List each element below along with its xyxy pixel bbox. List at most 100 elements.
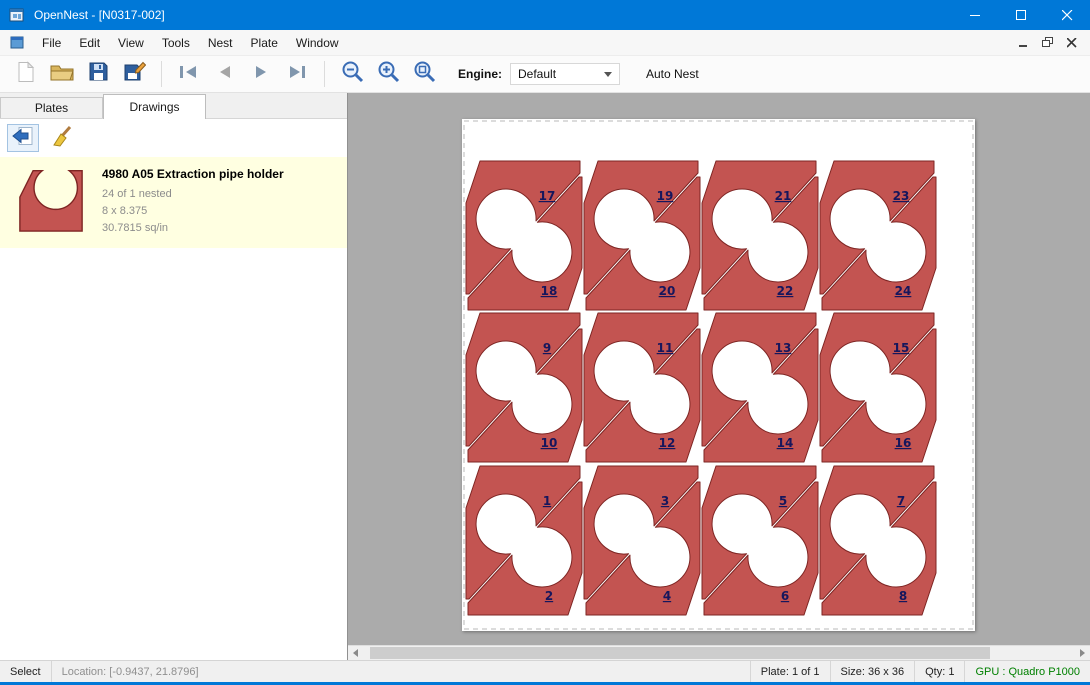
previous-plate-button[interactable] bbox=[207, 59, 243, 90]
mdi-close-button[interactable] bbox=[1060, 33, 1084, 53]
zoom-out-icon bbox=[341, 60, 364, 88]
save-button[interactable] bbox=[80, 59, 116, 90]
status-location: Location: [-0.9437, 21.8796] bbox=[52, 661, 209, 682]
mdi-minimize-button[interactable] bbox=[1012, 33, 1036, 53]
sidebar-tabstrip: Plates Drawings bbox=[0, 93, 347, 119]
menu-window[interactable]: Window bbox=[287, 32, 348, 54]
menu-plate[interactable]: Plate bbox=[242, 32, 287, 54]
app-window: OpenNest - [N0317-002] File Edit View To… bbox=[0, 0, 1090, 685]
zoom-in-icon bbox=[377, 60, 400, 88]
zoom-in-button[interactable] bbox=[370, 59, 406, 90]
part-number-label: 2 bbox=[545, 589, 553, 603]
zoom-fit-icon bbox=[413, 60, 436, 88]
part-number-label: 10 bbox=[541, 436, 558, 450]
part-number-label: 19 bbox=[657, 189, 674, 203]
go-previous-icon bbox=[214, 63, 236, 86]
engine-value: Default bbox=[518, 67, 556, 81]
app-icon bbox=[9, 7, 25, 23]
go-next-icon bbox=[250, 63, 272, 86]
go-last-icon bbox=[286, 63, 308, 86]
part-number-label: 5 bbox=[779, 494, 787, 508]
engine-label: Engine: bbox=[458, 67, 502, 81]
nest-pair: 56 bbox=[702, 466, 818, 615]
tab-drawings[interactable]: Drawings bbox=[103, 94, 206, 119]
new-document-icon bbox=[16, 61, 36, 88]
minimize-button[interactable] bbox=[952, 0, 998, 30]
maximize-button[interactable] bbox=[998, 0, 1044, 30]
first-plate-button[interactable] bbox=[171, 59, 207, 90]
nest-plate-svg[interactable]: 171819202122232491011121314151612345678 bbox=[462, 119, 975, 631]
title-bar: OpenNest - [N0317-002] bbox=[0, 0, 1090, 30]
nest-canvas[interactable]: 171819202122232491011121314151612345678 bbox=[348, 93, 1090, 660]
toolbar-separator bbox=[324, 61, 325, 87]
mdi-restore-button[interactable] bbox=[1036, 33, 1060, 53]
part-number-label: 20 bbox=[659, 284, 676, 298]
nest-pair: 12 bbox=[466, 466, 582, 615]
replace-part-icon bbox=[11, 125, 35, 152]
part-number-label: 24 bbox=[895, 284, 912, 298]
nest-pair: 2324 bbox=[820, 161, 936, 310]
close-button[interactable] bbox=[1044, 0, 1090, 30]
menu-tools[interactable]: Tools bbox=[153, 32, 199, 54]
drawings-toolbar bbox=[0, 119, 347, 157]
part-number-label: 9 bbox=[543, 341, 551, 355]
part-number-label: 6 bbox=[781, 589, 789, 603]
part-number-label: 1 bbox=[543, 494, 551, 508]
open-file-button[interactable] bbox=[44, 59, 80, 90]
nest-pair: 78 bbox=[820, 466, 936, 615]
clean-button[interactable] bbox=[46, 124, 78, 152]
nest-pair: 9 10 bbox=[466, 313, 582, 462]
drawing-list-item[interactable]: 4980 A05 Extraction pipe holder 24 of 1 … bbox=[0, 157, 347, 248]
drawing-info: 4980 A05 Extraction pipe holder 24 of 1 … bbox=[102, 165, 284, 238]
status-gpu: GPU : Quadro P1000 bbox=[964, 661, 1090, 682]
menu-nest[interactable]: Nest bbox=[199, 32, 242, 54]
drawing-nested-count: 24 of 1 nested bbox=[102, 186, 284, 203]
status-bar: Select Location: [-0.9437, 21.8796] Plat… bbox=[0, 660, 1090, 682]
mdi-window-controls bbox=[1012, 33, 1090, 53]
part-number-label: 13 bbox=[775, 341, 792, 355]
window-controls bbox=[952, 0, 1090, 30]
save-as-icon bbox=[123, 61, 146, 87]
scrollbar-thumb[interactable] bbox=[370, 647, 990, 659]
new-document-button[interactable] bbox=[8, 59, 44, 90]
nest-pair: 2122 bbox=[702, 161, 818, 310]
main-toolbar: Engine: Default Auto Nest bbox=[0, 56, 1090, 93]
menu-edit[interactable]: Edit bbox=[70, 32, 109, 54]
nest-pair: 1920 bbox=[584, 161, 700, 310]
next-plate-button[interactable] bbox=[243, 59, 279, 90]
part-number-label: 8 bbox=[899, 589, 907, 603]
toolbar-separator bbox=[161, 61, 162, 87]
part-number-label: 11 bbox=[657, 341, 674, 355]
status-plate: Plate: 1 of 1 bbox=[750, 661, 830, 682]
zoom-fit-button[interactable] bbox=[406, 59, 442, 90]
menu-file[interactable]: File bbox=[33, 32, 70, 54]
menu-view[interactable]: View bbox=[109, 32, 153, 54]
replace-part-button[interactable] bbox=[7, 124, 39, 152]
part-number-label: 16 bbox=[895, 436, 912, 450]
menu-bar: File Edit View Tools Nest Plate Window bbox=[0, 30, 1090, 56]
zoom-out-button[interactable] bbox=[334, 59, 370, 90]
part-number-label: 14 bbox=[777, 436, 794, 450]
auto-nest-button[interactable]: Auto Nest bbox=[640, 63, 705, 85]
part-number-label: 18 bbox=[541, 284, 558, 298]
scroll-right-arrow-icon[interactable] bbox=[1074, 646, 1090, 660]
nest-pair: 1718 bbox=[466, 161, 582, 310]
engine-select[interactable]: Default bbox=[510, 63, 620, 85]
window-title: OpenNest - [N0317-002] bbox=[34, 8, 165, 22]
go-first-icon bbox=[178, 63, 200, 86]
part-number-label: 3 bbox=[661, 494, 669, 508]
part-number-label: 4 bbox=[663, 589, 671, 603]
last-plate-button[interactable] bbox=[279, 59, 315, 90]
nest-pair: 13 14 bbox=[702, 313, 818, 462]
sidebar: Plates Drawings bbox=[0, 93, 348, 660]
scroll-left-arrow-icon[interactable] bbox=[348, 646, 364, 660]
part-number-label: 21 bbox=[775, 189, 792, 203]
save-as-button[interactable] bbox=[116, 59, 152, 90]
nest-pair: 11 12 bbox=[584, 313, 700, 462]
open-folder-icon bbox=[50, 62, 74, 87]
drawing-area: 30.7815 sq/in bbox=[102, 220, 284, 237]
part-number-label: 15 bbox=[893, 341, 910, 355]
tab-plates[interactable]: Plates bbox=[0, 97, 103, 118]
part-number-label: 12 bbox=[659, 436, 676, 450]
horizontal-scrollbar[interactable] bbox=[348, 645, 1090, 660]
